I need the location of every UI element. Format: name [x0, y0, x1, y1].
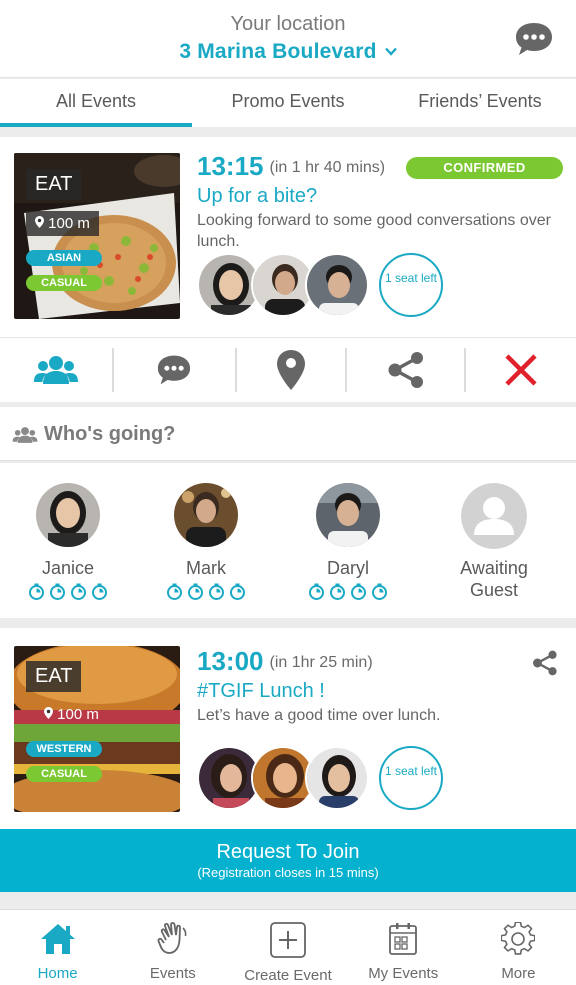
rating-icons	[146, 583, 266, 600]
nav-label: More	[501, 965, 536, 982]
timer-icon	[351, 583, 366, 600]
location-pin-icon[interactable]	[237, 338, 345, 403]
distance-tag: 100 m	[26, 702, 119, 727]
attendee-name: Janice	[41, 558, 95, 578]
location-label: Your location	[230, 13, 346, 35]
nav-home[interactable]: Home	[0, 910, 115, 985]
whos-going-title: Who's going?	[44, 423, 176, 445]
avatar	[36, 483, 100, 547]
event-description: Let’s have a good time over lunch.	[197, 707, 441, 724]
event-title[interactable]: #TGIF Lunch !	[197, 680, 325, 703]
attendee-item[interactable]: Mark	[146, 483, 266, 600]
timer-icon	[209, 583, 224, 600]
style-tag: CASUAL	[26, 275, 102, 291]
chat-icon[interactable]	[514, 20, 554, 58]
event-action-bar	[0, 337, 576, 402]
timer-icon	[330, 583, 345, 600]
nav-label: Events	[149, 965, 196, 982]
distance-value: 100 m	[48, 215, 90, 232]
event-time-relative: (in 1 hr 40 mins)	[269, 159, 386, 176]
event-image: EAT 100 m WESTERN CASUAL	[14, 646, 180, 812]
style-tag: CASUAL	[26, 766, 102, 782]
group-icon[interactable]	[0, 338, 112, 403]
location-pin-icon	[44, 706, 53, 723]
event-tabs: All Events Promo Events Friends’ Events	[0, 79, 576, 127]
tab-promo-events[interactable]: Promo Events	[192, 79, 384, 127]
chevron-down-icon	[384, 38, 397, 62]
attendee-item[interactable]: Janice	[8, 483, 128, 600]
timer-icon	[29, 583, 44, 600]
attendee-name: Mark	[186, 558, 226, 578]
avatar	[316, 483, 380, 547]
nav-events[interactable]: Events	[115, 910, 230, 985]
plus-box-icon	[269, 922, 307, 962]
close-icon[interactable]	[466, 338, 576, 403]
nav-my-events[interactable]: My Events	[346, 910, 461, 985]
location-value: 3 Marina Boulevard	[179, 40, 377, 63]
timer-icon	[50, 583, 65, 600]
gear-icon	[500, 921, 536, 960]
attendee-list: Janice Mark Daryl Awaiting Guest	[0, 463, 576, 618]
seats-left-indicator: 1 seat left	[379, 253, 443, 317]
tab-friends-events[interactable]: Friends’ Events	[384, 79, 576, 127]
tab-all-events[interactable]: All Events	[0, 79, 192, 127]
location-selector[interactable]: 3 Marina Boulevard	[0, 38, 576, 64]
attendee-name: Daryl	[326, 558, 369, 578]
bottom-nav: Home Events Create Event My Events More	[0, 909, 576, 985]
event-time-relative: (in 1hr 25 min)	[269, 654, 373, 671]
home-icon	[39, 924, 77, 960]
timer-icon	[309, 583, 324, 600]
nav-label: My Events	[368, 965, 439, 982]
event-image: EAT 100 m ASIAN CASUAL	[14, 153, 180, 319]
timer-icon	[372, 583, 387, 600]
category-tag: EAT	[26, 661, 82, 692]
app-screen: Your location 3 Marina Boulevard All Eve…	[0, 0, 576, 985]
rating-icons	[288, 583, 408, 600]
avatar[interactable]	[305, 253, 369, 317]
share-icon[interactable]	[347, 338, 465, 403]
event-time-row: 13:00 (in 1hr 25 min)	[197, 646, 373, 677]
timer-icon	[230, 583, 245, 600]
calendar-icon	[388, 923, 418, 960]
event-card[interactable]: EAT 100 m WESTERN CASUAL 13:00 (in 1hr 25…	[0, 628, 576, 829]
attendee-item[interactable]: Daryl	[288, 483, 408, 600]
wave-hand-icon	[157, 922, 189, 960]
request-sublabel: (Registration closes in 15 mins)	[197, 865, 379, 880]
event-time: 13:00	[197, 646, 264, 676]
seats-left-indicator: 1 seat left	[379, 746, 443, 810]
nav-label: Create Event	[244, 967, 332, 984]
header: Your location 3 Marina Boulevard	[0, 0, 576, 78]
request-to-join-button[interactable]: Request To Join (Registration closes in …	[0, 829, 576, 892]
timer-icon	[167, 583, 182, 600]
category-tag: EAT	[26, 169, 82, 200]
nav-more[interactable]: More	[461, 910, 576, 985]
guest-placeholder-icon	[461, 483, 527, 549]
nav-create-event[interactable]: Create Event	[230, 910, 345, 985]
distance-tag: 100 m	[26, 211, 99, 236]
cuisine-tag: ASIAN	[26, 250, 102, 266]
rating-icons	[8, 583, 128, 600]
awaiting-guest-item[interactable]: Awaiting Guest	[434, 483, 554, 601]
status-badge: CONFIRMED	[406, 157, 563, 179]
event-description: Looking forward to some good conversatio…	[197, 212, 551, 250]
whos-going-header: Who's going?	[0, 407, 576, 461]
avatar[interactable]	[305, 746, 369, 810]
event-card[interactable]: EAT 100 m ASIAN CASUAL 13:15 (in 1 hr 40 …	[0, 137, 576, 337]
timer-icon	[71, 583, 86, 600]
chat-icon[interactable]	[114, 338, 236, 403]
attendee-name: Awaiting Guest	[460, 558, 528, 600]
group-icon	[12, 426, 38, 449]
cuisine-tag: WESTERN	[26, 741, 102, 757]
nav-label: Home	[37, 965, 78, 982]
event-time-row: 13:15 (in 1 hr 40 mins)	[197, 151, 385, 182]
avatar	[174, 483, 238, 547]
share-icon[interactable]	[532, 650, 558, 676]
timer-icon	[188, 583, 203, 600]
event-time: 13:15	[197, 151, 264, 181]
event-title[interactable]: Up for a bite?	[197, 185, 317, 208]
timer-icon	[92, 583, 107, 600]
location-pin-icon	[35, 215, 44, 232]
request-label: Request To Join	[216, 841, 360, 863]
distance-value: 100 m	[57, 706, 99, 723]
